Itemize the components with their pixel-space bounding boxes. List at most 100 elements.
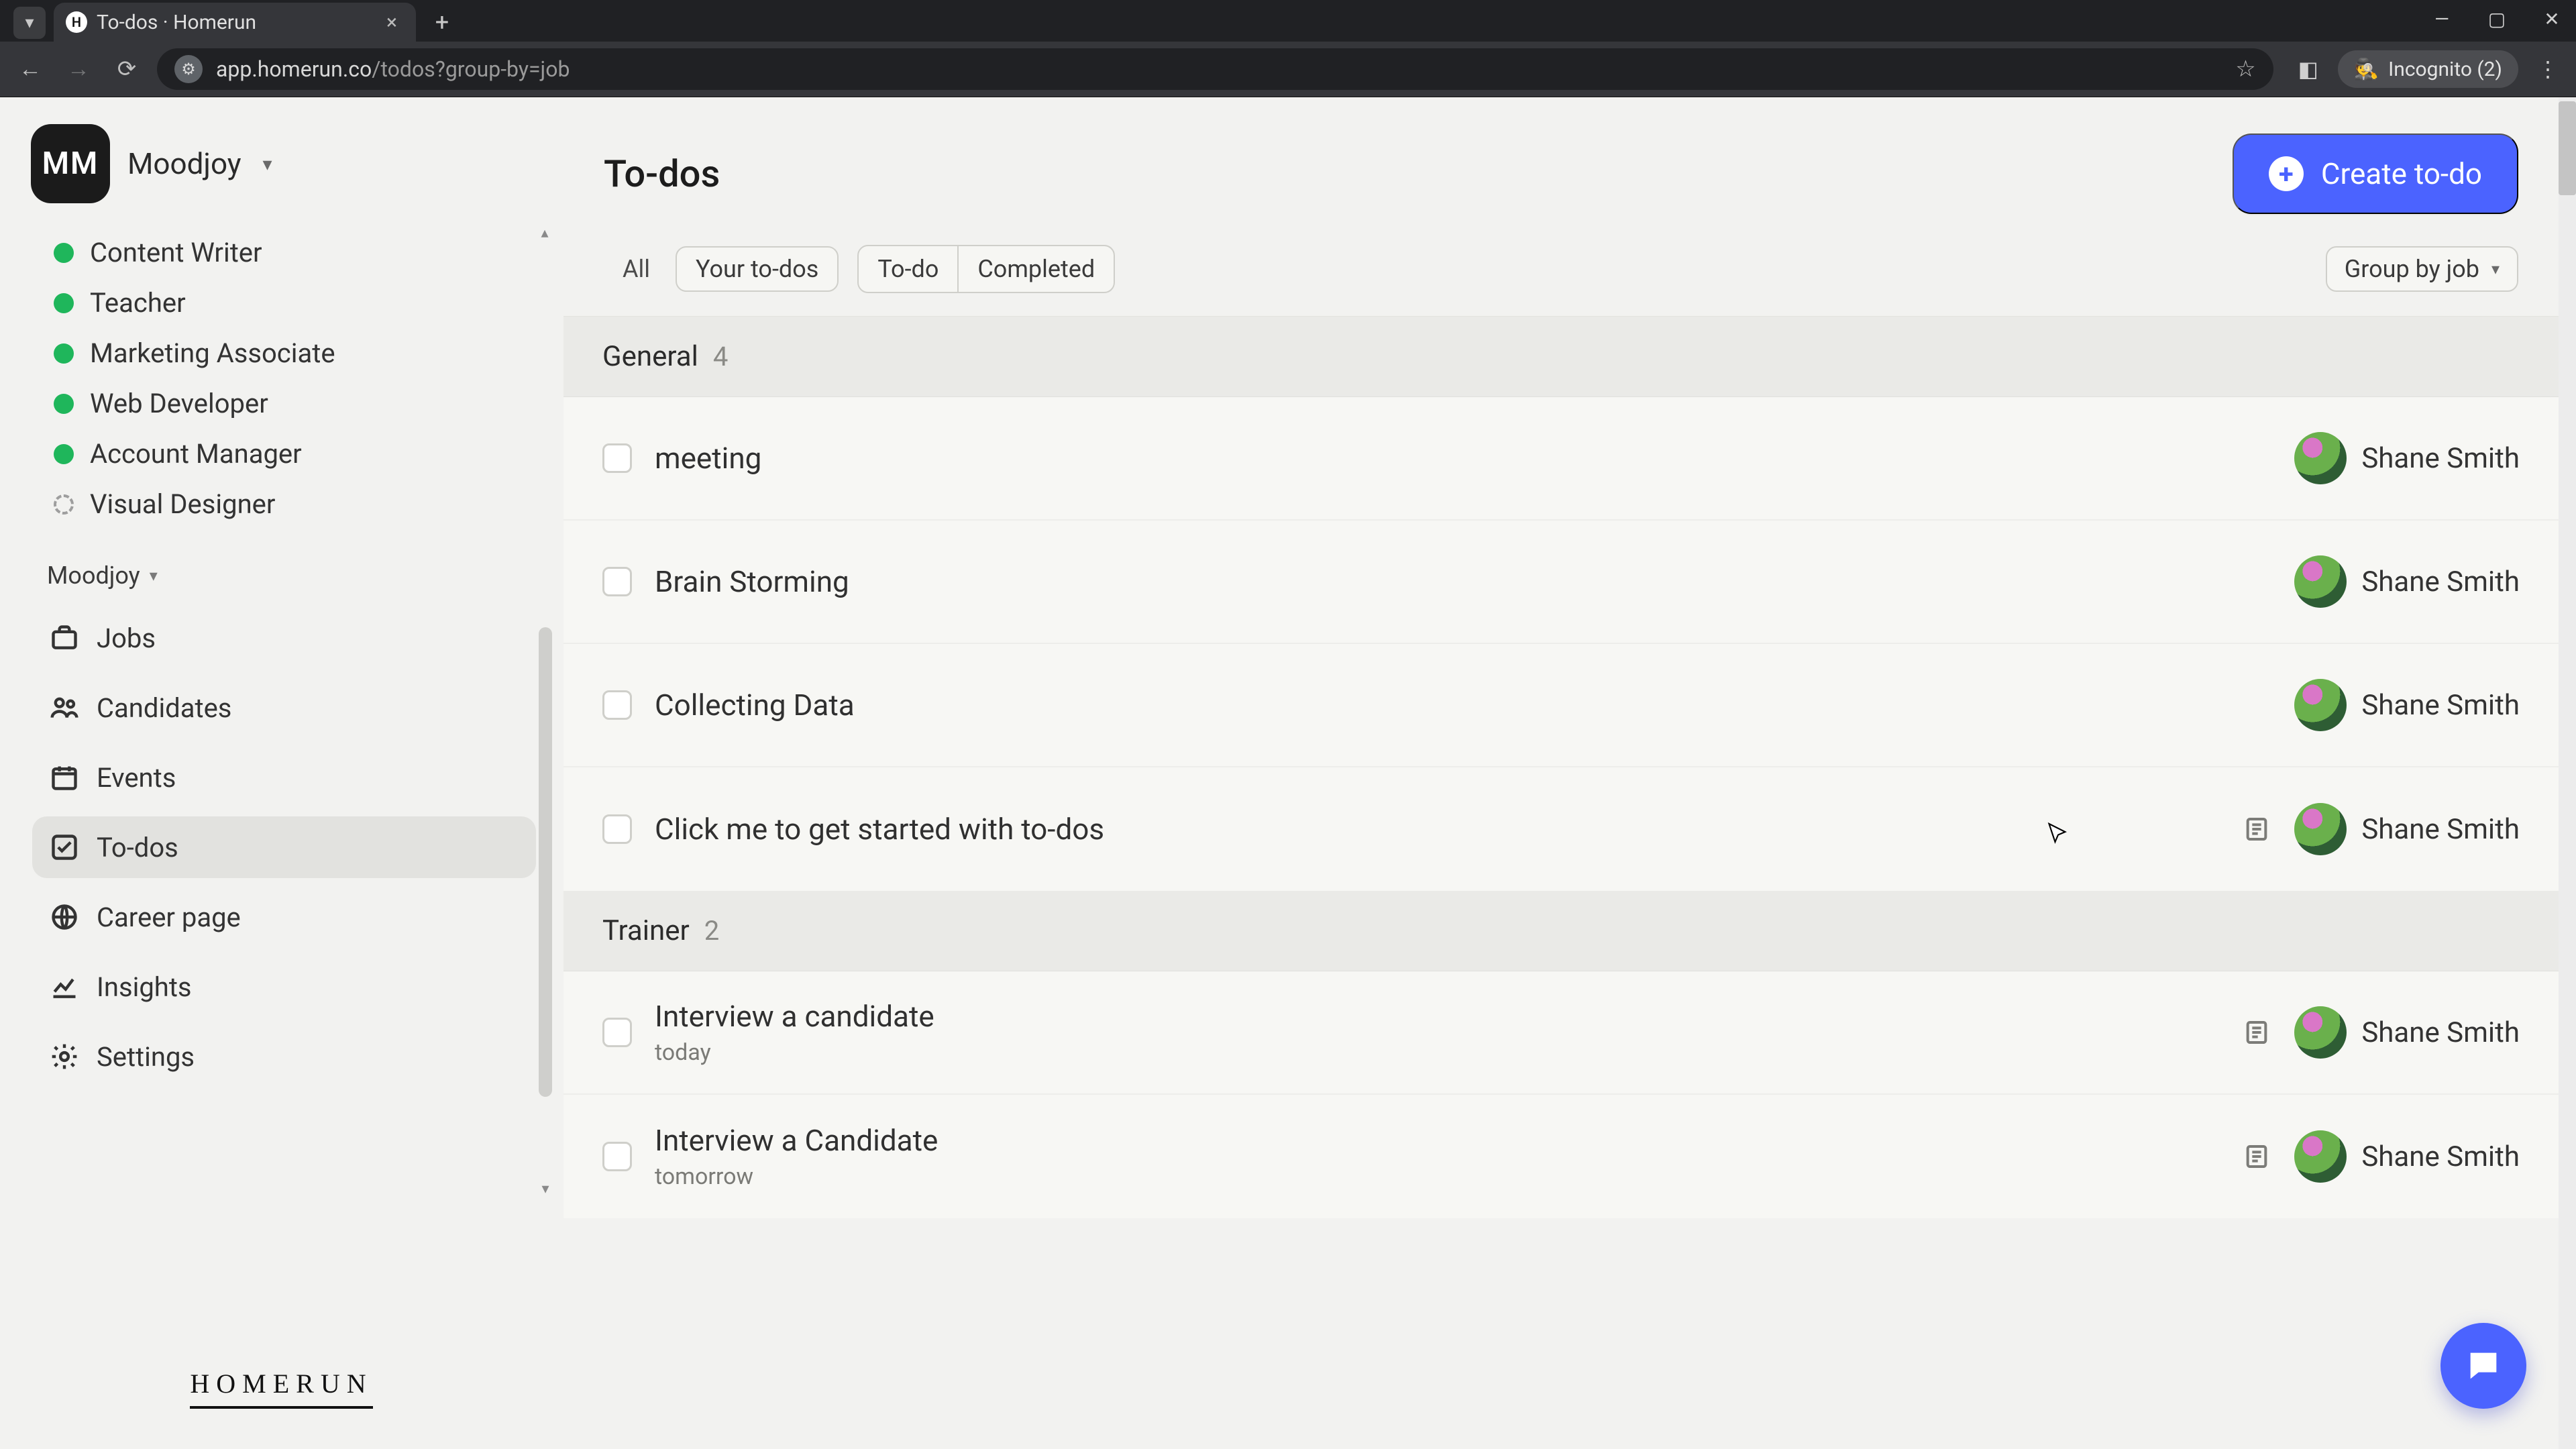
maximize-icon[interactable]: ▢ [2485, 8, 2509, 30]
incognito-indicator[interactable]: 🕵 Incognito (2) [2338, 50, 2518, 88]
todo-row[interactable]: meeting Shane Smith [564, 397, 2559, 521]
nav-career-page[interactable]: Career page [32, 886, 536, 948]
note-icon[interactable] [2242, 814, 2271, 844]
forward-button[interactable]: → [60, 51, 97, 87]
job-item-marketing-associate[interactable]: Marketing Associate [0, 328, 563, 378]
site-info-icon[interactable]: ⚙ [174, 55, 203, 83]
group-by-dropdown[interactable]: Group by job ▾ [2326, 246, 2518, 292]
filter-todo[interactable]: To-do [859, 246, 957, 292]
nav-label: Jobs [97, 623, 156, 654]
side-panel-icon[interactable]: ◧ [2292, 53, 2324, 85]
calendar-icon [48, 761, 80, 794]
assignee[interactable]: Shane Smith [2294, 1130, 2520, 1183]
todo-row[interactable]: Interview a candidate today Shane Smith [564, 971, 2559, 1095]
close-window-icon[interactable]: ✕ [2540, 8, 2564, 30]
todo-title: meeting [655, 441, 761, 476]
filters-bar: All Your to-dos To-do Completed Group by… [564, 245, 2559, 317]
filter-all[interactable]: All [604, 246, 669, 292]
nav-candidates[interactable]: Candidates [32, 677, 536, 739]
section-title: Trainer [602, 914, 690, 947]
reload-button[interactable]: ⟳ [109, 51, 145, 87]
job-label: Visual Designer [90, 488, 275, 520]
job-item-visual-designer[interactable]: Visual Designer [0, 479, 563, 529]
todo-checkbox[interactable] [602, 443, 632, 473]
intercom-launcher[interactable] [2440, 1323, 2526, 1409]
nav-label: Career page [97, 902, 241, 933]
note-icon[interactable] [2242, 1018, 2271, 1047]
assignee[interactable]: Shane Smith [2294, 555, 2520, 608]
filter-your-todos[interactable]: Your to-dos [676, 246, 839, 292]
avatar [2294, 803, 2347, 855]
create-todo-button[interactable]: + Create to-do [2233, 133, 2518, 214]
todo-row[interactable]: Collecting Data Shane Smith [564, 644, 2559, 767]
status-dot-icon [54, 394, 74, 414]
main-content: To-dos + Create to-do All Your to-dos To… [564, 97, 2559, 1449]
org-name: Moodjoy [127, 146, 241, 181]
scroll-up-icon[interactable]: ▴ [541, 225, 548, 241]
assignee-name: Shane Smith [2361, 1016, 2520, 1049]
job-item-account-manager[interactable]: Account Manager [0, 429, 563, 479]
nav-events[interactable]: Events [32, 747, 536, 808]
todo-checkbox[interactable] [602, 1142, 632, 1171]
assignee[interactable]: Shane Smith [2294, 432, 2520, 484]
org-switcher[interactable]: MM Moodjoy ▾ [0, 124, 563, 227]
incognito-icon: 🕵 [2354, 58, 2379, 81]
job-list: ▴ Content Writer Teacher Marketing Assoc… [0, 227, 563, 529]
assignee[interactable]: Shane Smith [2294, 803, 2520, 855]
assignee[interactable]: Shane Smith [2294, 1006, 2520, 1059]
status-dot-icon [54, 243, 74, 263]
avatar [2294, 1130, 2347, 1183]
todo-list: General 4 meeting Shane Smith Brain Stor… [564, 317, 2559, 1449]
sidebar-section-toggle[interactable]: Moodjoy ▾ [0, 529, 563, 603]
chat-icon [2464, 1346, 2503, 1385]
job-item-web-developer[interactable]: Web Developer [0, 378, 563, 429]
nav-jobs[interactable]: Jobs [32, 607, 536, 669]
address-bar[interactable]: ⚙ app.homerun.co/todos?group-by=job ☆ [157, 48, 2273, 90]
note-icon[interactable] [2242, 1142, 2271, 1171]
browser-titlebar: ▾ H To-dos · Homerun × + — ▢ ✕ [0, 0, 2576, 42]
assignee-name: Shane Smith [2361, 689, 2520, 722]
scroll-down-icon[interactable]: ▾ [541, 1181, 549, 1197]
chevron-down-icon: ▾ [2491, 260, 2500, 278]
window-controls: — ▢ ✕ [2430, 8, 2564, 30]
nav-label: Candidates [97, 692, 231, 724]
todo-checkbox[interactable] [602, 690, 632, 720]
nav-insights[interactable]: Insights [32, 956, 536, 1018]
page-scrollbar[interactable] [2559, 97, 2576, 1449]
todo-checkbox[interactable] [602, 814, 632, 844]
job-label: Teacher [90, 287, 186, 319]
sidebar: MM Moodjoy ▾ ▴ Content Writer Teacher Ma… [0, 97, 564, 1449]
todo-row[interactable]: Interview a Candidate tomorrow Shane Smi… [564, 1095, 2559, 1218]
new-tab-button[interactable]: + [428, 8, 456, 36]
status-dot-draft-icon [54, 494, 74, 515]
status-dot-icon [54, 293, 74, 313]
bookmark-star-icon[interactable]: ☆ [2235, 56, 2255, 83]
avatar [2294, 432, 2347, 484]
job-label: Web Developer [90, 388, 268, 419]
section-count: 2 [704, 915, 719, 947]
browser-tab[interactable]: H To-dos · Homerun × [54, 3, 416, 42]
todo-row[interactable]: Brain Storming Shane Smith [564, 521, 2559, 644]
sidebar-scrollbar[interactable]: ▾ [537, 446, 553, 1197]
minimize-icon[interactable]: — [2430, 8, 2454, 30]
close-tab-icon[interactable]: × [386, 11, 397, 34]
nav-settings[interactable]: Settings [32, 1026, 536, 1087]
chevron-down-icon: ▾ [150, 566, 158, 585]
todo-checkbox[interactable] [602, 567, 632, 596]
todo-checkbox[interactable] [602, 1018, 632, 1047]
url-text: app.homerun.co/todos?group-by=job [216, 56, 2222, 82]
browser-menu-icon[interactable]: ⋮ [2532, 53, 2564, 85]
section-header-general[interactable]: General 4 [564, 317, 2559, 397]
chevron-down-icon: ▾ [263, 153, 272, 175]
nav-todos[interactable]: To-dos [32, 816, 536, 878]
filter-completed[interactable]: Completed [957, 246, 1114, 292]
back-button[interactable]: ← [12, 51, 48, 87]
todo-row[interactable]: Click me to get started with to-dos Shan… [564, 767, 2559, 891]
section-header-trainer[interactable]: Trainer 2 [564, 891, 2559, 971]
job-item-content-writer[interactable]: Content Writer [0, 227, 563, 278]
browser-toolbar: ← → ⟳ ⚙ app.homerun.co/todos?group-by=jo… [0, 42, 2576, 97]
page-title: To-dos [604, 152, 720, 196]
job-item-teacher[interactable]: Teacher [0, 278, 563, 328]
assignee[interactable]: Shane Smith [2294, 679, 2520, 731]
tab-search-button[interactable]: ▾ [13, 7, 46, 39]
